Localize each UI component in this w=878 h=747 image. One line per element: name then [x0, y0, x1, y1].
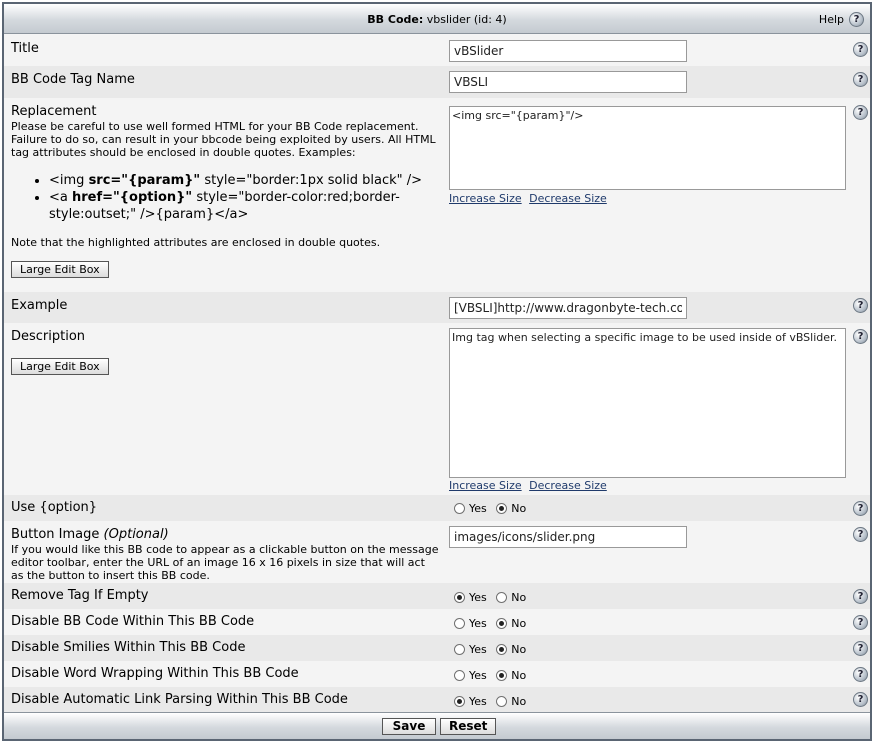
row-disable-smilies: Disable Smilies Within This BB Code Yes …	[4, 635, 870, 661]
row-title: Title ?	[4, 35, 870, 66]
help-link[interactable]: Help	[819, 13, 844, 26]
radio-circle[interactable]	[496, 618, 508, 629]
radio-no[interactable]: No	[496, 669, 526, 682]
radio-circle[interactable]	[496, 592, 508, 603]
help-icon[interactable]: ?	[853, 615, 868, 630]
disable-bbcode-label: Disable BB Code Within This BB Code	[11, 614, 255, 629]
radio-yes[interactable]: Yes	[454, 617, 487, 630]
tag-name-input[interactable]	[449, 71, 687, 93]
remove-tag-label: Remove Tag If Empty	[11, 588, 149, 603]
large-edit-box-button[interactable]: Large Edit Box	[11, 358, 109, 375]
decrease-size-link[interactable]: Decrease Size	[529, 192, 607, 205]
description-label: Description	[11, 329, 86, 344]
button-image-description: If you would like this BB code to appear…	[11, 543, 439, 582]
form-title-bold: BB Code:	[367, 13, 424, 26]
large-edit-box-button[interactable]: Large Edit Box	[11, 261, 109, 278]
row-disable-wrap: Disable Word Wrapping Within This BB Cod…	[4, 661, 870, 687]
remove-tag-radios: Yes No	[454, 591, 532, 604]
radio-no[interactable]: No	[496, 617, 526, 630]
row-tag-name: BB Code Tag Name ?	[4, 66, 870, 98]
radio-no[interactable]: No	[496, 695, 526, 708]
replacement-examples: <img src="{param}" style="border:1px sol…	[11, 172, 439, 223]
increase-size-link[interactable]: Increase Size	[449, 192, 522, 205]
help-icon[interactable]: ?	[853, 42, 868, 57]
button-image-label: Button Image (Optional)	[11, 527, 169, 542]
help-icon[interactable]: ?	[853, 329, 868, 344]
replacement-textarea[interactable]: <img src="{param}"/>	[449, 106, 846, 190]
radio-circle[interactable]	[454, 644, 465, 655]
help-icon[interactable]: ?	[853, 527, 868, 542]
disable-links-label: Disable Automatic Link Parsing Within Th…	[11, 692, 348, 707]
help-icon[interactable]: ?	[853, 72, 868, 87]
use-option-label: Use {option}	[11, 500, 98, 515]
radio-circle[interactable]	[496, 503, 508, 514]
example-input[interactable]	[449, 297, 687, 319]
disable-wrap-radios: Yes No	[454, 669, 532, 682]
help-icon[interactable]: ?	[853, 641, 868, 656]
radio-circle[interactable]	[454, 592, 465, 603]
form-header: BB Code: vbslider (id: 4) Help ?	[4, 4, 870, 34]
help-icon[interactable]: ?	[853, 501, 868, 516]
radio-circle[interactable]	[454, 696, 465, 707]
row-remove-tag: Remove Tag If Empty Yes No ?	[4, 583, 870, 609]
replacement-label: Replacement	[11, 104, 97, 119]
radio-circle[interactable]	[454, 618, 465, 629]
example-link: <a href="{option}" style="border-color:r…	[49, 189, 439, 223]
increase-size-link[interactable]: Increase Size	[449, 479, 522, 492]
row-disable-bbcode: Disable BB Code Within This BB Code Yes …	[4, 609, 870, 635]
help-icon[interactable]: ?	[853, 105, 868, 120]
radio-no[interactable]: No	[496, 643, 526, 656]
radio-yes[interactable]: Yes	[454, 695, 487, 708]
disable-wrap-label: Disable Word Wrapping Within This BB Cod…	[11, 666, 299, 681]
form-footer: Save Reset	[4, 712, 870, 739]
reset-button[interactable]: Reset	[440, 718, 496, 735]
button-image-input[interactable]	[449, 526, 687, 548]
example-label: Example	[11, 298, 68, 313]
help-icon[interactable]: ?	[853, 589, 868, 604]
row-use-option: Use {option} Yes No ?	[4, 495, 870, 521]
bbcode-edit-form: BB Code: vbslider (id: 4) Help ? Title ?…	[2, 2, 872, 741]
radio-circle[interactable]	[454, 670, 465, 681]
radio-yes[interactable]: Yes	[454, 591, 487, 604]
radio-circle[interactable]	[496, 670, 508, 681]
row-button-image: Button Image (Optional) If you would lik…	[4, 521, 870, 583]
example-img: <img src="{param}" style="border:1px sol…	[49, 172, 439, 189]
radio-circle[interactable]	[496, 696, 508, 707]
replacement-description: Please be careful to use well formed HTM…	[11, 120, 436, 159]
tag-name-label: BB Code Tag Name	[11, 72, 135, 87]
decrease-size-link[interactable]: Decrease Size	[529, 479, 607, 492]
help-icon[interactable]: ?	[853, 667, 868, 682]
title-input[interactable]	[449, 40, 687, 62]
row-disable-links: Disable Automatic Link Parsing Within Th…	[4, 687, 870, 712]
help-icon[interactable]: ?	[853, 298, 868, 313]
save-button[interactable]: Save	[382, 718, 436, 735]
row-replacement: Replacement Please be careful to use wel…	[4, 98, 870, 292]
replacement-note: Note that the highlighted attributes are…	[11, 236, 381, 249]
form-title-text: vbslider (id: 4)	[423, 13, 507, 26]
radio-no[interactable]: No	[496, 591, 526, 604]
description-textarea[interactable]: Img tag when selecting a specific image …	[449, 328, 846, 478]
row-example: Example ?	[4, 292, 870, 323]
row-description: Description Large Edit Box Img tag when …	[4, 323, 870, 495]
radio-circle[interactable]	[496, 644, 508, 655]
radio-yes[interactable]: Yes	[454, 643, 487, 656]
disable-smilies-radios: Yes No	[454, 643, 532, 656]
help-icon[interactable]: ?	[849, 12, 864, 27]
radio-no[interactable]: No	[496, 502, 526, 515]
description-size-links: Increase Size Decrease Size	[449, 479, 611, 492]
disable-smilies-label: Disable Smilies Within This BB Code	[11, 640, 246, 655]
use-option-radios: Yes No	[454, 502, 532, 515]
radio-yes[interactable]: Yes	[454, 502, 487, 515]
radio-circle[interactable]	[454, 503, 465, 514]
title-label: Title	[11, 41, 39, 56]
replacement-size-links: Increase Size Decrease Size	[449, 192, 611, 205]
help-icon[interactable]: ?	[853, 692, 868, 707]
disable-bbcode-radios: Yes No	[454, 617, 532, 630]
radio-yes[interactable]: Yes	[454, 669, 487, 682]
form-title: BB Code: vbslider (id: 4)	[4, 13, 870, 26]
disable-links-radios: Yes No	[454, 695, 532, 708]
